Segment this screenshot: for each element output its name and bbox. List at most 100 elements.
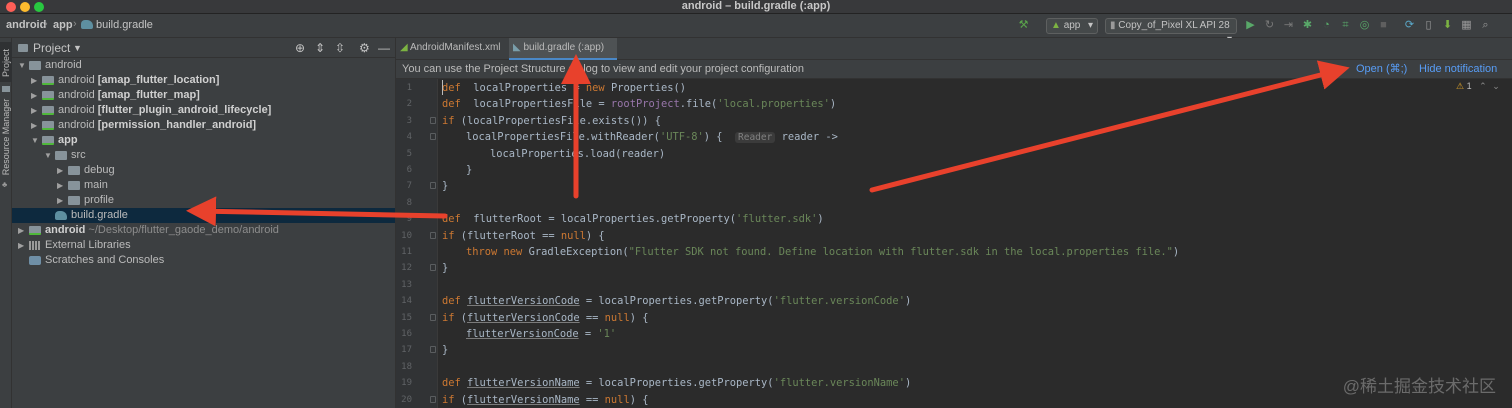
resource-icon: ♣ — [2, 180, 8, 189]
fold-marker-icon[interactable] — [430, 133, 436, 141]
sync-gradle-icon[interactable]: ⟳ — [1403, 19, 1416, 32]
tab-android-manifest[interactable]: ◢ AndroidManifest.xml — [396, 38, 508, 60]
tree-item-label: android [flutter_plugin_android_lifecycl… — [58, 103, 271, 118]
chevron-right-icon[interactable]: ▶ — [57, 163, 65, 178]
device-manager-icon[interactable]: ▯ — [1422, 19, 1435, 32]
chevron-down-icon[interactable]: ▼ — [44, 148, 52, 163]
code-token: null — [604, 311, 630, 324]
code-token: ) — [829, 98, 837, 111]
code-token: ) — [904, 295, 912, 308]
hide-notification-link[interactable]: Hide notification — [1419, 60, 1497, 78]
tree-item-name: android — [58, 119, 98, 131]
tree-item-name: profile — [84, 194, 114, 206]
stop-icon[interactable]: ■ — [1377, 19, 1390, 32]
apply-code-changes-icon[interactable]: ⇥ — [1282, 19, 1295, 32]
code-token: rootProject — [610, 98, 680, 111]
chevron-down-icon[interactable]: ▼ — [18, 58, 26, 73]
fold-marker-icon[interactable] — [430, 182, 436, 190]
tree-item[interactable]: ▶ android ~/Desktop/flutter_gaode_demo/an… — [12, 223, 395, 238]
project-tool-button[interactable]: Project — [0, 42, 12, 82]
tab-label: build.gradle (:app) — [523, 42, 605, 53]
breadcrumb-root[interactable]: android — [6, 19, 46, 31]
layout-inspector-icon[interactable]: ▦ — [1460, 19, 1473, 32]
folder-icon — [55, 151, 67, 160]
breadcrumb-module[interactable]: app — [53, 19, 73, 31]
inspection-widget[interactable]: ⚠ 1 ⌃ ⌄ — [1456, 81, 1500, 95]
resource-manager-tool-button[interactable]: Resource Manager — [0, 99, 12, 178]
tree-item[interactable]: ▶ debug — [12, 163, 395, 178]
chevron-right-icon[interactable]: ▶ — [31, 88, 39, 103]
line-number: 1 — [406, 83, 412, 93]
line-number: 6 — [406, 165, 412, 175]
collapse-all-icon[interactable]: ⇳ — [335, 41, 345, 55]
tree-item-module-name: android — [45, 224, 86, 236]
sdk-manager-icon[interactable]: ⬇ — [1441, 19, 1454, 32]
tree-item[interactable]: ▶ External Libraries — [12, 238, 395, 253]
hide-panel-icon[interactable]: — — [378, 41, 390, 55]
project-panel-header: Project ▼ ⊕ ⇕ ⇳ ⚙ — — [12, 38, 395, 58]
run-icon[interactable]: ▶ — [1244, 19, 1257, 32]
tree-item-selected[interactable]: build.gradle — [12, 208, 395, 223]
tree-item-module-name: app — [58, 134, 78, 146]
breadcrumb-file[interactable]: build.gradle — [96, 19, 153, 31]
window-title: android – build.gradle (:app) — [681, 0, 831, 12]
chevron-down-icon[interactable]: ▼ — [73, 43, 82, 53]
run-configuration-label: app — [1063, 20, 1081, 31]
locate-file-icon[interactable]: ⊕ — [295, 41, 305, 55]
chevron-right-icon[interactable]: ▶ — [18, 238, 26, 253]
fold-marker-icon[interactable] — [430, 264, 436, 272]
coverage-icon[interactable]: ◎ — [1358, 19, 1371, 32]
tree-item[interactable]: ▶ android [amap_flutter_map] — [12, 88, 395, 103]
code-token: reader -> — [775, 131, 838, 144]
apply-changes-icon[interactable]: ↻ — [1263, 19, 1276, 32]
fold-marker-icon[interactable] — [430, 346, 436, 354]
previous-highlight-icon[interactable]: ⌃ — [1479, 81, 1487, 91]
code-token: } — [442, 180, 449, 193]
fold-marker-icon[interactable] — [430, 116, 436, 124]
debug-icon[interactable]: ✱ — [1301, 19, 1314, 32]
device-dropdown[interactable]: ▮ Copy_of_Pixel XL API 28 ▾ — [1105, 18, 1237, 45]
expand-all-icon[interactable]: ⇕ — [315, 41, 325, 55]
open-project-structure-link[interactable]: Open (⌘;) — [1356, 60, 1407, 78]
attach-debugger-icon[interactable]: ⌗ — [1339, 19, 1352, 32]
tree-item[interactable]: ▶ profile — [12, 193, 395, 208]
folder-icon — [68, 166, 80, 175]
chevron-right-icon[interactable]: ▶ — [31, 118, 39, 133]
hammer-build-icon[interactable]: ⚒ — [1017, 19, 1030, 32]
code-line: def flutterVersionCode = localProperties… — [442, 293, 911, 309]
tree-item[interactable]: ▶ main — [12, 178, 395, 193]
chevron-right-icon[interactable]: ▶ — [31, 73, 39, 88]
fold-marker-icon[interactable] — [430, 395, 436, 403]
gear-icon[interactable]: ⚙ — [359, 41, 370, 55]
chevron-right-icon[interactable]: ▶ — [18, 223, 26, 238]
tab-build-gradle[interactable]: ◣ build.gradle (:app) ✕ — [509, 38, 617, 73]
tree-item[interactable]: ▶ android [permission_handler_android] — [12, 118, 395, 133]
chevron-right-icon[interactable]: ▶ — [57, 178, 65, 193]
run-configuration-dropdown[interactable]: ▲ app ▾ — [1046, 18, 1098, 34]
tree-item[interactable]: ▶ android [amap_flutter_location] — [12, 73, 395, 88]
project-view-title[interactable]: Project — [33, 41, 70, 55]
tree-item-label: android [permission_handler_android] — [58, 118, 256, 133]
profile-icon[interactable]: ◔ — [1320, 19, 1333, 32]
tree-item-label: build.gradle — [71, 208, 128, 223]
tree-item[interactable]: ▼ src — [12, 148, 395, 163]
line-number: 12 — [401, 263, 412, 274]
search-icon[interactable]: ⌕ — [1479, 19, 1492, 32]
chevron-right-icon[interactable]: ▶ — [57, 193, 65, 208]
tree-item-path: ~/Desktop/flutter_gaode_demo/android — [85, 224, 279, 236]
tree-item[interactable]: ▼ app — [12, 133, 395, 148]
code-editor[interactable]: def localProperties = new Properties() de… — [440, 79, 1512, 408]
chevron-down-icon[interactable]: ▼ — [31, 133, 39, 148]
fold-marker-icon[interactable] — [430, 231, 436, 239]
tree-item-label: debug — [84, 163, 115, 178]
tree-item-label: External Libraries — [45, 238, 131, 253]
tree-item[interactable]: Scratches and Consoles — [12, 253, 395, 268]
tree-item[interactable]: ▼ android — [12, 58, 395, 73]
line-number: 2 — [406, 99, 412, 110]
next-highlight-icon[interactable]: ⌄ — [1492, 81, 1500, 91]
code-line: } — [442, 260, 448, 276]
fold-marker-icon[interactable] — [430, 313, 436, 321]
code-token: def — [442, 213, 461, 226]
tree-item[interactable]: ▶ android [flutter_plugin_android_lifecyc… — [12, 103, 395, 118]
chevron-right-icon[interactable]: ▶ — [31, 103, 39, 118]
